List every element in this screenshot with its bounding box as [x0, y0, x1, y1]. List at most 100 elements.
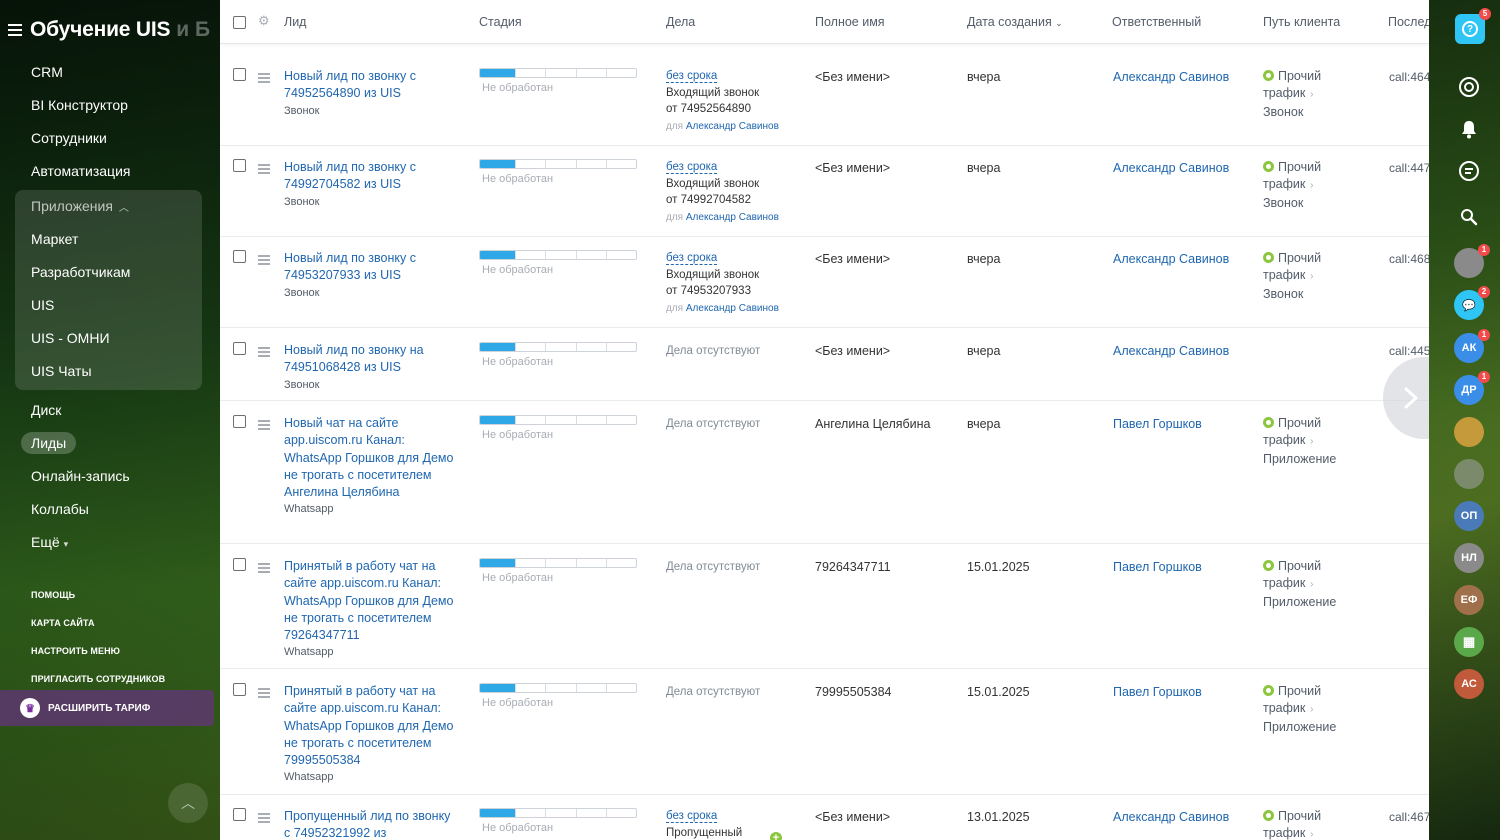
deal-deadline-link[interactable]: без срока [666, 810, 718, 823]
lead-title-link[interactable]: Принятый в работу чат на сайте app.uisco… [284, 558, 454, 644]
sidebar-item-market[interactable]: Маркет [15, 223, 202, 256]
row-checkbox[interactable] [233, 808, 246, 821]
avatar-group-chat[interactable]: 💬 2 [1454, 286, 1490, 320]
table-row[interactable]: Новый лид по звонку с 74992704582 из UIS… [220, 146, 1429, 237]
stage-progress-bar[interactable] [479, 808, 637, 818]
sidebar-item-uis-chats[interactable]: UIS Чаты [15, 355, 202, 388]
responsible-link[interactable]: Александр Савинов [1113, 161, 1229, 175]
row-checkbox[interactable] [233, 250, 246, 263]
row-menu-icon[interactable] [258, 688, 270, 698]
avatar-user-5[interactable] [1454, 417, 1484, 447]
responsible-link[interactable]: Павел Горшков [1113, 417, 1202, 431]
row-checkbox[interactable] [233, 683, 246, 696]
sidebar-item-leads[interactable]: Лиды [0, 427, 220, 460]
sidebar-item-uis-omni[interactable]: UIS - ОМНИ [15, 322, 202, 355]
sidebar-item-more[interactable]: Ещё ▾ [0, 526, 220, 559]
deal-deadline-link[interactable]: без срока [666, 70, 718, 83]
sidebar-item-developers[interactable]: Разработчикам [15, 256, 202, 289]
table-row[interactable]: Новый лид по звонку с 74953207933 из UIS… [220, 237, 1429, 328]
stage-progress-bar[interactable] [479, 558, 637, 568]
responsible-link[interactable]: Александр Савинов [1113, 810, 1229, 824]
help-link[interactable]: ПОМОЩЬ [0, 581, 220, 609]
avatar-nl[interactable]: НЛ [1454, 543, 1484, 573]
avatar-op[interactable]: ОП [1454, 501, 1484, 531]
stage-cell[interactable]: Не обработан [479, 342, 637, 368]
row-menu-icon[interactable] [258, 255, 270, 265]
select-all-checkbox[interactable] [233, 16, 246, 29]
calendar-icon[interactable]: ▦ [1454, 627, 1484, 657]
row-checkbox[interactable] [233, 558, 246, 571]
stage-cell[interactable]: Не обработан [479, 558, 637, 584]
stage-cell[interactable]: Не обработан [479, 683, 637, 709]
lead-title-link[interactable]: Принятый в работу чат на сайте app.uisco… [284, 683, 454, 769]
avatar-ak[interactable]: АК 1 [1454, 329, 1490, 363]
menu-icon[interactable] [8, 24, 22, 36]
column-last[interactable]: Послед [1388, 15, 1429, 29]
column-responsible[interactable]: Ответственный [1112, 15, 1201, 29]
avatar-user-6[interactable] [1454, 459, 1484, 489]
column-lead[interactable]: Лид [284, 15, 306, 29]
table-row[interactable]: Принятый в работу чат на сайте app.uisco… [220, 669, 1429, 795]
deal-for-user[interactable]: Александр Савинов [686, 303, 779, 314]
column-fullname[interactable]: Полное имя [815, 15, 885, 29]
sidebar-item-bi[interactable]: BI Конструктор [0, 89, 220, 122]
stage-progress-bar[interactable] [479, 415, 637, 425]
row-checkbox[interactable] [233, 415, 246, 428]
bell-icon[interactable] [1454, 114, 1484, 144]
lead-title-link[interactable]: Новый лид по звонку с 74953207933 из UIS [284, 250, 454, 285]
sidebar-item-collabs[interactable]: Коллабы [0, 493, 220, 526]
stage-progress-bar[interactable] [479, 68, 637, 78]
deal-for-user[interactable]: Александр Савинов [686, 212, 779, 223]
responsible-link[interactable]: Павел Горшков [1113, 560, 1202, 574]
sitemap-link[interactable]: КАРТА САЙТА [0, 609, 220, 637]
row-checkbox[interactable] [233, 159, 246, 172]
lead-title-link[interactable]: Новый лид по звонку с 74952564890 из UIS [284, 68, 454, 103]
search-icon[interactable] [1454, 202, 1484, 232]
column-stage[interactable]: Стадия [479, 15, 522, 29]
sidebar-item-employees[interactable]: Сотрудники [0, 122, 220, 155]
responsible-link[interactable]: Павел Горшков [1113, 685, 1202, 699]
deal-deadline-link[interactable]: без срока [666, 161, 718, 174]
avatar-ef[interactable]: ЕФ [1454, 585, 1484, 615]
sidebar-group-apps-toggle[interactable]: Приложения ︿ [15, 190, 202, 223]
row-menu-icon[interactable] [258, 563, 270, 573]
sidebar-item-crm[interactable]: CRM [0, 56, 220, 89]
scroll-top-icon[interactable]: ︿ [168, 783, 208, 823]
row-menu-icon[interactable] [258, 813, 270, 823]
row-checkbox[interactable] [233, 342, 246, 355]
lead-title-link[interactable]: Новый чат на сайте app.uiscom.ru Канал: … [284, 415, 454, 501]
avatar-user-1[interactable]: 1 [1454, 244, 1490, 278]
sidebar-item-booking[interactable]: Онлайн-запись [0, 460, 220, 493]
row-checkbox[interactable] [233, 68, 246, 81]
stage-progress-bar[interactable] [479, 683, 637, 693]
lead-title-link[interactable]: Пропущенный лид по звонку с 74952321992 … [284, 808, 454, 840]
lead-title-link[interactable]: Новый лид по звонку на 74951068428 из UI… [284, 342, 454, 377]
stage-cell[interactable]: Не обработан [479, 415, 637, 441]
gear-icon[interactable]: ⚙ [258, 13, 270, 29]
stage-progress-bar[interactable] [479, 250, 637, 260]
sidebar-item-automation[interactable]: Автоматизация [0, 155, 220, 188]
avatar-dr[interactable]: ДР 1 [1454, 371, 1490, 405]
table-row[interactable]: Новый лид по звонку с 74952564890 из UIS… [220, 55, 1429, 146]
table-row[interactable]: Пропущенный лид по звонку с 74952321992 … [220, 795, 1429, 840]
configure-menu-link[interactable]: НАСТРОИТЬ МЕНЮ [0, 637, 220, 665]
table-row[interactable]: Новый чат на сайте app.uiscom.ru Канал: … [220, 401, 1429, 544]
add-deal-icon[interactable]: + [770, 832, 782, 840]
sidebar-item-uis[interactable]: UIS [15, 289, 202, 322]
responsible-link[interactable]: Александр Савинов [1113, 344, 1229, 358]
sidebar-item-disk[interactable]: Диск [0, 394, 220, 427]
stage-cell[interactable]: Не обработан [479, 808, 637, 834]
stage-cell[interactable]: Не обработан [479, 159, 637, 185]
responsible-link[interactable]: Александр Савинов [1113, 70, 1229, 84]
lead-title-link[interactable]: Новый лид по звонку с 74992704582 из UIS [284, 159, 454, 194]
table-row[interactable]: Новый лид по звонку на 74951068428 из UI… [220, 328, 1429, 401]
deal-for-user[interactable]: Александр Савинов [686, 121, 779, 132]
portal-title[interactable]: Обучение UIS [30, 18, 170, 42]
column-created[interactable]: Дата создания ⌄ [967, 15, 1063, 29]
stage-progress-bar[interactable] [479, 159, 637, 169]
invite-employees-link[interactable]: ПРИГЛАСИТЬ СОТРУДНИКОВ [0, 665, 220, 693]
avatar-as[interactable]: АС [1454, 669, 1484, 699]
deal-deadline-link[interactable]: без срока [666, 252, 718, 265]
upgrade-plan-button[interactable]: ♛ РАСШИРИТЬ ТАРИФ [0, 690, 214, 726]
row-menu-icon[interactable] [258, 420, 270, 430]
